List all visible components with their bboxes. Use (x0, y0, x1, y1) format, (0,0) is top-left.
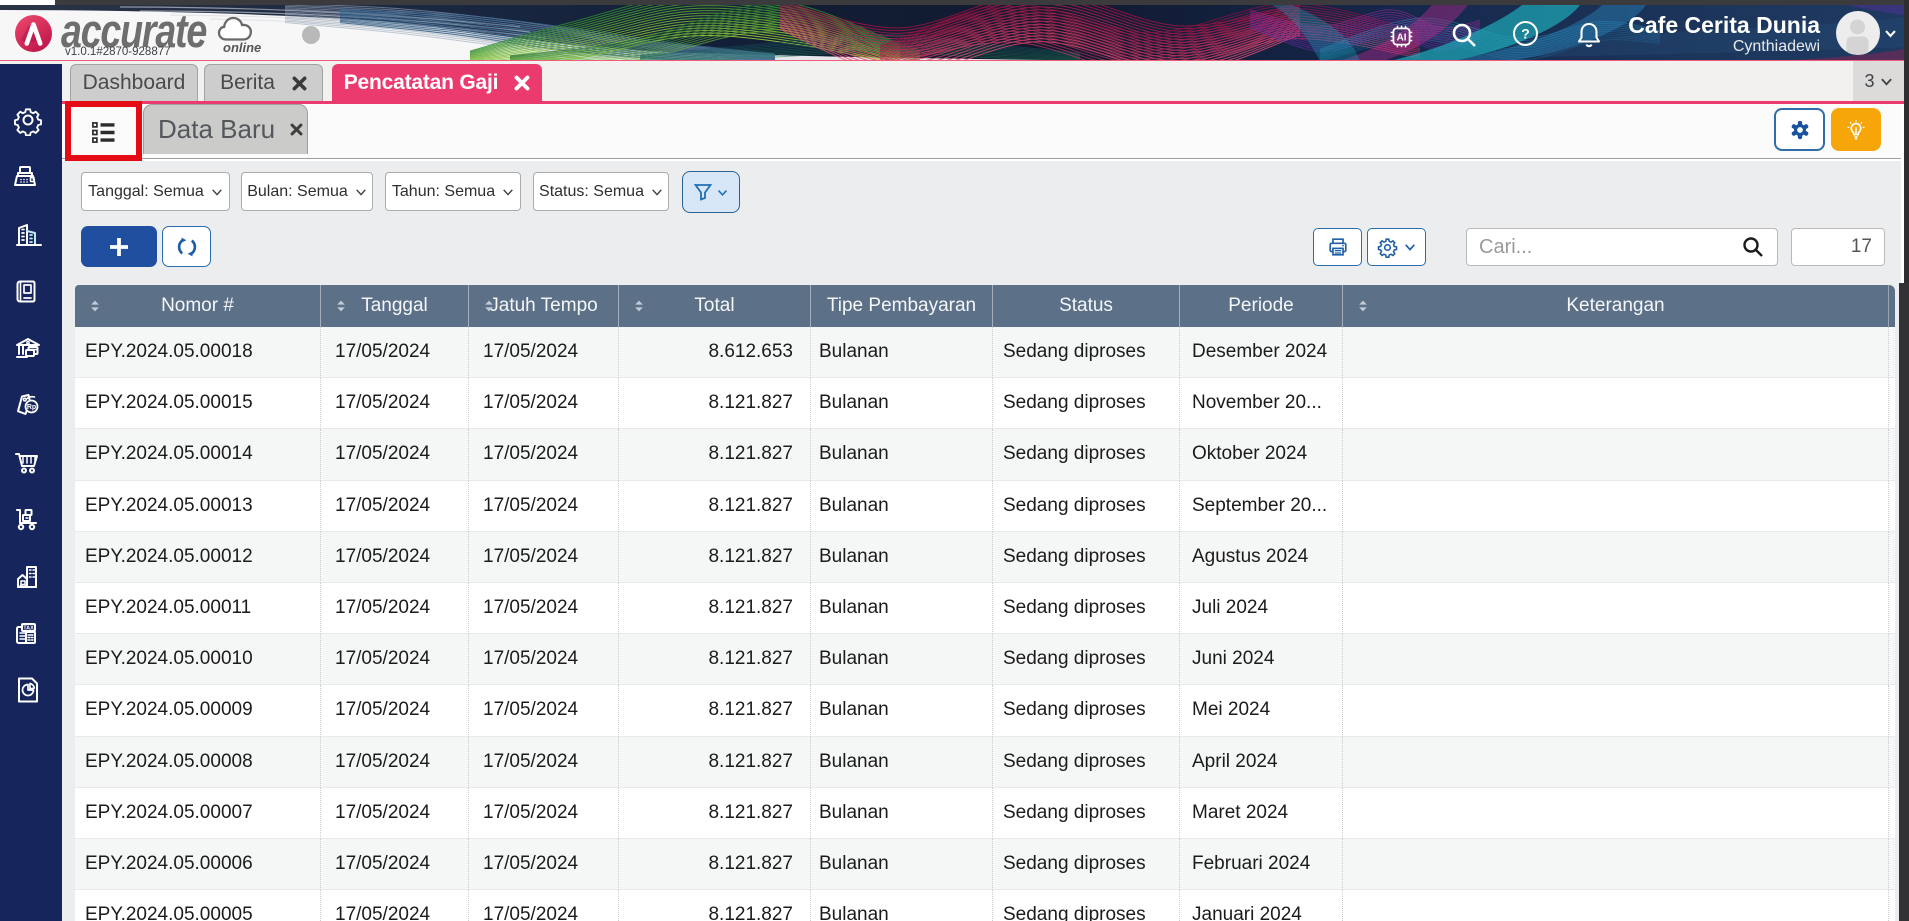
svg-text:AI: AI (1397, 33, 1407, 44)
svg-text:Rp: Rp (27, 404, 36, 411)
svg-text:TAX: TAX (23, 625, 34, 631)
